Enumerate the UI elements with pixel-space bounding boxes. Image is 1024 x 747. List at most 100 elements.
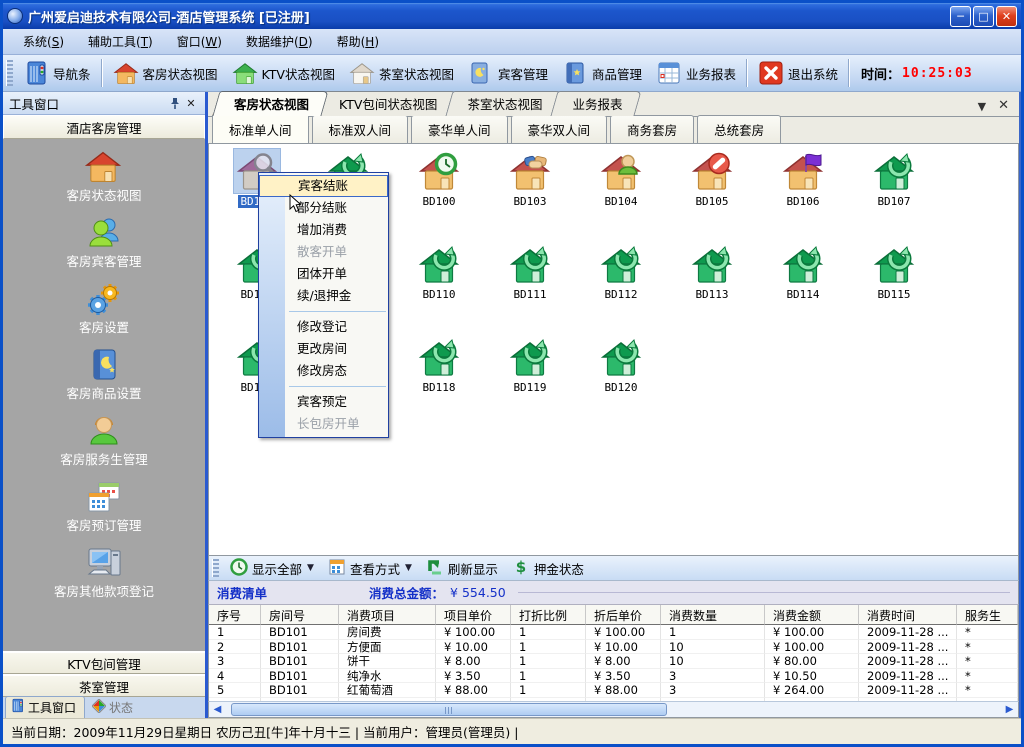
context-menu-item[interactable]: 部分结账 [259, 197, 388, 219]
menu-item[interactable]: 系统(S) [11, 30, 76, 53]
room-type-tab[interactable]: 总统套房 [697, 115, 781, 143]
table-row[interactable]: 4BD101纯净水¥ 3.501¥ 3.503¥ 10.502009-11-28… [209, 669, 1018, 684]
menu-item[interactable]: 数据维护(D) [234, 30, 325, 53]
sidebar-item[interactable]: 客房设置 [3, 281, 205, 347]
room-status-grid: BD101BD100BD103BD104BD105BD106BD107BD108… [208, 143, 1019, 555]
context-menu-item[interactable]: 宾客结账 [259, 175, 388, 197]
room-toolbar-button[interactable]: 刷新显示 [420, 556, 504, 581]
tab-close-icon[interactable]: ✕ [992, 98, 1015, 116]
sidebar-item[interactable]: 客房服务生管理 [3, 413, 205, 479]
room-item[interactable]: BD119 [488, 335, 572, 394]
room-type-tab[interactable]: 豪华单人间 [411, 115, 508, 143]
room-toolbar-button[interactable]: 显示全部▼ [224, 556, 320, 581]
room-item[interactable]: BD106 [761, 149, 845, 208]
context-menu-item[interactable]: 宾客预定 [259, 391, 388, 413]
menu-item[interactable]: 辅助工具(T) [76, 30, 165, 53]
room-item[interactable]: BD103 [488, 149, 572, 208]
room-item[interactable]: BD112 [579, 242, 663, 301]
room-item[interactable]: BD120 [579, 335, 663, 394]
sidebar-item[interactable]: 客房其他款项登记 [3, 545, 205, 611]
toolbar-button[interactable]: 客房状态视图 [106, 58, 225, 88]
toolbar-button[interactable]: 茶室状态视图 [342, 58, 461, 88]
table-header-cell[interactable]: 折后单价 [586, 605, 661, 625]
close-button[interactable]: ✕ [996, 6, 1017, 27]
toolbar-grip[interactable] [6, 60, 13, 86]
sidebar-item[interactable]: 客房宾客管理 [3, 215, 205, 281]
sidebar-tab[interactable]: 工具窗口 [5, 696, 85, 718]
table-cell: BD101 [261, 654, 339, 669]
sidebar-tab[interactable]: 状态 [87, 697, 142, 718]
room-toolbar-button[interactable]: 查看方式▼ [322, 556, 418, 581]
toolbar-grip[interactable] [212, 559, 219, 577]
room-item[interactable]: BD113 [670, 242, 754, 301]
table-row[interactable]: 5BD101红葡萄酒¥ 88.001¥ 88.003¥ 264.002009-1… [209, 683, 1018, 698]
toolbar-button[interactable]: KTV状态视图 [225, 58, 342, 88]
toolbar-button[interactable]: 宾客管理 [461, 58, 555, 88]
table-row[interactable]: 2BD101方便面¥ 10.001¥ 10.0010¥ 100.002009-1… [209, 640, 1018, 655]
table-header-cell[interactable]: 打折比例 [511, 605, 586, 625]
room-type-tab[interactable]: 标准双人间 [312, 115, 409, 143]
house-green-icon [232, 60, 258, 86]
context-menu-item[interactable]: 修改登记 [259, 316, 388, 338]
table-cell: * [957, 625, 1018, 640]
window-tab[interactable]: KTV包间状态视图 [321, 91, 453, 116]
room-item[interactable]: BD104 [579, 149, 663, 208]
scroll-left-icon[interactable]: ◀ [209, 702, 226, 717]
room-item[interactable]: BD100 [397, 149, 481, 208]
sidebar-group-bar[interactable]: KTV包间管理 [3, 651, 205, 674]
room-item[interactable]: BD111 [488, 242, 572, 301]
context-menu-item[interactable]: 增加消费 [259, 219, 388, 241]
context-menu-item[interactable]: 更改房间 [259, 338, 388, 360]
room-type-tab[interactable]: 豪华双人间 [511, 115, 608, 143]
close-panel-icon[interactable]: ✕ [183, 95, 199, 111]
table-header-cell[interactable]: 消费时间 [859, 605, 957, 625]
table-header-cell[interactable]: 项目单价 [436, 605, 511, 625]
context-menu-item[interactable]: 长包房开单 [259, 413, 388, 435]
room-item[interactable]: BD115 [852, 242, 936, 301]
context-menu-item[interactable]: 续/退押金 [259, 285, 388, 307]
table-header-cell[interactable]: 消费项目 [339, 605, 436, 625]
room-item[interactable]: BD118 [397, 335, 481, 394]
window-tab[interactable]: 业务报表 [554, 91, 638, 116]
horizontal-scrollbar[interactable]: ◀ ▶ [208, 701, 1019, 718]
table-header-cell[interactable]: 消费金额 [765, 605, 859, 625]
table-header-cell[interactable]: 序号 [209, 605, 261, 625]
context-menu-item[interactable]: 修改房态 [259, 360, 388, 382]
room-type-tab[interactable]: 标准单人间 [212, 113, 309, 143]
tab-dropdown-icon[interactable]: ▼ [972, 100, 992, 116]
room-handshake-icon [507, 149, 553, 193]
room-item[interactable]: BD110 [397, 242, 481, 301]
minimize-button[interactable]: ─ [950, 6, 971, 27]
menu-item[interactable]: 帮助(H) [325, 30, 391, 53]
toolbar-button[interactable]: 业务报表 [649, 58, 743, 88]
table-row[interactable]: 3BD101饼干¥ 8.001¥ 8.0010¥ 80.002009-11-28… [209, 654, 1018, 669]
sidebar-group-bar[interactable]: 茶室管理 [3, 674, 205, 697]
window-tab[interactable]: 客房状态视图 [216, 91, 325, 116]
table-header-cell[interactable]: 消费数量 [661, 605, 765, 625]
table-header-cell[interactable]: 房间号 [261, 605, 339, 625]
table-cell: ¥ 3.50 [436, 669, 511, 684]
table-header-cell[interactable]: 服务生 [957, 605, 1018, 625]
pin-icon[interactable] [167, 95, 183, 111]
context-menu-item[interactable]: 团体开单 [259, 263, 388, 285]
sidebar-group-hotel-rooms[interactable]: 酒店客房管理 [3, 115, 205, 139]
scrollbar-thumb[interactable] [231, 703, 667, 716]
exit-system-button[interactable]: 退出系统 [751, 58, 845, 88]
toolbar-button[interactable]: 商品管理 [555, 58, 649, 88]
window-tab[interactable]: 茶室状态视图 [449, 91, 558, 116]
scroll-right-icon[interactable]: ▶ [1001, 702, 1018, 717]
table-row[interactable]: 1BD101房间费¥ 100.001¥ 100.001¥ 100.002009-… [209, 625, 1018, 640]
context-menu-item[interactable]: 散客开单 [259, 241, 388, 263]
room-toolbar-button[interactable]: $押金状态 [506, 556, 590, 581]
maximize-button[interactable]: □ [973, 6, 994, 27]
sidebar-item[interactable]: 客房预订管理 [3, 479, 205, 545]
sidebar-item[interactable]: 客房状态视图 [3, 149, 205, 215]
room-type-tab[interactable]: 商务套房 [610, 115, 694, 143]
sidebar-item[interactable]: 客房商品设置 [3, 347, 205, 413]
table-cell: ¥ 10.50 [765, 669, 859, 684]
room-item[interactable]: BD105 [670, 149, 754, 208]
toolbar-nav-button[interactable]: 导航条 [16, 58, 98, 88]
room-item[interactable]: BD107 [852, 149, 936, 208]
menu-item[interactable]: 窗口(W) [165, 30, 234, 53]
room-item[interactable]: BD114 [761, 242, 845, 301]
